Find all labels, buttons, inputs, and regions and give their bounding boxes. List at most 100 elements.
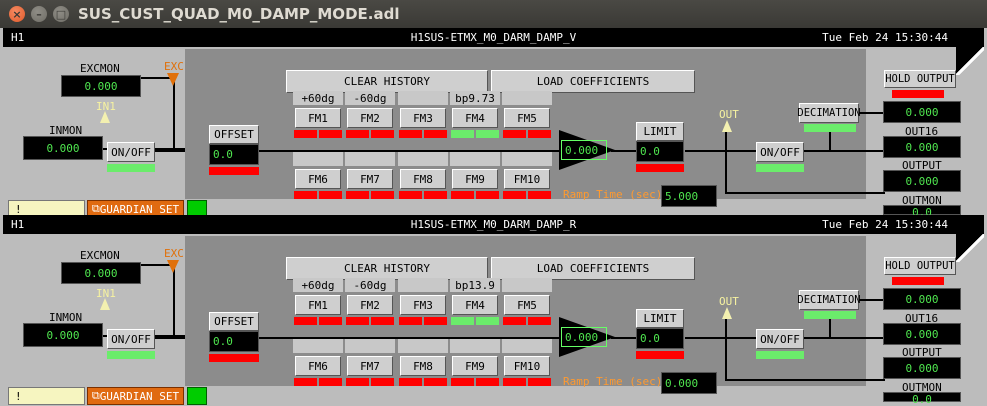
fm-button-fm3[interactable]: FM3 (400, 295, 446, 315)
limit-readout[interactable]: 0.0 (636, 328, 684, 349)
fm-button-fm6[interactable]: FM6 (295, 356, 341, 376)
fm-button-fm2[interactable]: FM2 (347, 108, 393, 128)
fm-led-fm10-engaged (503, 191, 526, 199)
fm-top-label-3 (398, 278, 448, 292)
fm-led-fm2-engaged (346, 317, 369, 325)
exc-label: EXC (164, 60, 184, 73)
output-onoff-button[interactable]: ON/OFF (756, 329, 804, 349)
out16-readout: 0.000 (883, 323, 961, 345)
decimation-button[interactable]: DECIMATION (797, 290, 861, 310)
wire (725, 192, 885, 194)
clear-history-button[interactable]: CLEAR HISTORY (286, 70, 488, 93)
wire (173, 77, 175, 151)
corner-fold-icon[interactable] (956, 234, 984, 262)
fm-button-fm4[interactable]: FM4 (452, 108, 498, 128)
fm-button-fm1[interactable]: FM1 (295, 108, 341, 128)
fm-button-fm5[interactable]: FM5 (504, 295, 550, 315)
offset-led (209, 167, 259, 175)
load-coefficients-button[interactable]: LOAD COEFFICIENTS (491, 70, 695, 93)
minimize-icon[interactable]: – (31, 6, 47, 22)
close-icon[interactable]: × (9, 6, 25, 22)
wire (829, 132, 831, 150)
out-arrow-icon (722, 120, 732, 132)
limit-button[interactable]: LIMIT (636, 309, 684, 328)
in1-arrow-icon (100, 298, 110, 310)
fm-led-fm8-output (424, 378, 447, 386)
fm-led-fm4-engaged (451, 317, 474, 325)
offset-readout[interactable]: 0.0 (209, 331, 259, 352)
fm-led-fm1-engaged (294, 130, 317, 138)
fm-button-fm2[interactable]: FM2 (347, 295, 393, 315)
hold-output-led (892, 277, 944, 285)
wire (725, 316, 727, 380)
fm-button-fm9[interactable]: FM9 (452, 169, 498, 189)
fm-led-fm4-engaged (451, 130, 474, 138)
fm-led-fm2-engaged (346, 130, 369, 138)
fm-button-fm3[interactable]: FM3 (400, 108, 446, 128)
wire (725, 379, 885, 381)
limit-button[interactable]: LIMIT (636, 122, 684, 141)
output-readout: 0.000 (883, 170, 961, 192)
hold-output-button[interactable]: HOLD OUTPUT (884, 70, 956, 88)
offset-readout[interactable]: 0.0 (209, 144, 259, 165)
offset-button[interactable]: OFFSET (209, 125, 259, 144)
fm-bottom-label-1 (293, 152, 343, 166)
load-coefficients-button[interactable]: LOAD COEFFICIENTS (491, 257, 695, 280)
excmon-label: EXCMON (80, 62, 120, 75)
gain-readout[interactable]: 0.000 (561, 140, 607, 160)
fm-button-fm6[interactable]: FM6 (295, 169, 341, 189)
decimation-led (804, 311, 856, 319)
input-onoff-led (107, 164, 155, 172)
in1-arrow-icon (100, 111, 110, 123)
gain-readout[interactable]: 0.000 (561, 327, 607, 347)
fm-button-fm10[interactable]: FM10 (504, 169, 550, 189)
exc-label: EXC (164, 247, 184, 260)
fm-button-fm9[interactable]: FM9 (452, 356, 498, 376)
input-onoff-button[interactable]: ON/OFF (107, 142, 155, 162)
fm-bottom-label-1 (293, 339, 343, 353)
fm-bottom-label-2 (345, 152, 395, 166)
fm-led-fm10-output (528, 378, 551, 386)
guardian-set-button[interactable]: ⧉ GUARDIAN SET (87, 387, 184, 405)
ramp-time-readout[interactable]: 0.000 (661, 372, 717, 394)
output-onoff-led (756, 164, 804, 172)
guardian-label: GUARDIAN SET (99, 202, 180, 216)
fm-button-fm7[interactable]: FM7 (347, 169, 393, 189)
fm-bottom-label-5 (502, 152, 552, 166)
decimation-button[interactable]: DECIMATION (797, 103, 861, 123)
fm-button-fm5[interactable]: FM5 (504, 108, 550, 128)
fm-button-fm8[interactable]: FM8 (400, 356, 446, 376)
fm-button-fm4[interactable]: FM4 (452, 295, 498, 315)
fm-button-fm8[interactable]: FM8 (400, 169, 446, 189)
offset-button[interactable]: OFFSET (209, 312, 259, 331)
fm-top-label-2: -60dg (345, 91, 395, 105)
maximize-icon[interactable]: □ (53, 6, 69, 22)
limit-readout[interactable]: 0.0 (636, 141, 684, 162)
fm-bottom-label-4 (450, 152, 500, 166)
fm-top-label-4: bp13.9 (450, 278, 500, 292)
fm-led-fm10-engaged (503, 378, 526, 386)
out-arrow-icon (722, 307, 732, 319)
hold-output-led (892, 90, 944, 98)
output-onoff-button[interactable]: ON/OFF (756, 142, 804, 162)
fm-top-label-1: +60dg (293, 278, 343, 292)
fm-led-fm3-output (424, 130, 447, 138)
fm-button-fm1[interactable]: FM1 (295, 295, 341, 315)
fm-led-fm5-engaged (503, 130, 526, 138)
fm-button-fm10[interactable]: FM10 (504, 356, 550, 376)
input-onoff-button[interactable]: ON/OFF (107, 329, 155, 349)
corner-fold-icon[interactable] (956, 47, 984, 75)
ramp-time-readout[interactable]: 5.000 (661, 185, 717, 207)
output-onoff-led (756, 351, 804, 359)
hold-output-button[interactable]: HOLD OUTPUT (884, 257, 956, 275)
status-field: ! (8, 387, 85, 405)
fm-button-fm7[interactable]: FM7 (347, 356, 393, 376)
fm-led-fm7-engaged (346, 378, 369, 386)
fm-led-fm8-engaged (399, 378, 422, 386)
window-titlebar: × – □ SUS_CUST_QUAD_M0_DAMP_MODE.adl (0, 0, 987, 28)
output-readout: 0.000 (883, 357, 961, 379)
fm-led-fm6-output (319, 378, 342, 386)
clear-history-button[interactable]: CLEAR HISTORY (286, 257, 488, 280)
panel-header: H1 H1SUS-ETMX_M0_DARM_DAMP_R Tue Feb 24 … (3, 215, 984, 234)
fm-led-fm5-engaged (503, 317, 526, 325)
